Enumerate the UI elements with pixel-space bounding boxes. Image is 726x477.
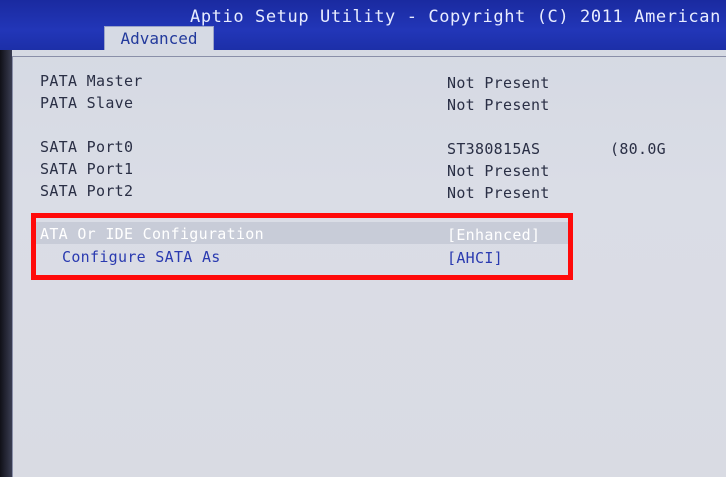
bios-screen: Aptio Setup Utility - Copyright (C) 2011…: [0, 0, 726, 477]
item-label-sata-port2: SATA Port2: [40, 182, 134, 200]
item-value-pata-slave: Not Present: [447, 96, 550, 114]
item-label-sata-port1: SATA Port1: [40, 160, 134, 178]
item-value-sata-port1: Not Present: [447, 162, 550, 180]
app-title: Aptio Setup Utility - Copyright (C) 2011…: [190, 7, 721, 27]
item-label-sata-port0: SATA Port0: [40, 138, 134, 156]
item-value-pata-master: Not Present: [447, 74, 550, 92]
item-label-pata-slave: PATA Slave: [40, 94, 134, 112]
item-value-sata-port2: Not Present: [447, 184, 550, 202]
annotation-red-box: [31, 213, 573, 280]
item-label-pata-master: PATA Master: [40, 72, 143, 90]
header-bar: Aptio Setup Utility - Copyright (C) 2011…: [0, 0, 726, 50]
screen-bezel: [0, 50, 12, 477]
item-value-sata-port0: ST380815AS: [447, 140, 541, 158]
item-extra-sata-port0: (80.0G: [610, 140, 666, 158]
tab-advanced[interactable]: Advanced: [104, 26, 214, 50]
